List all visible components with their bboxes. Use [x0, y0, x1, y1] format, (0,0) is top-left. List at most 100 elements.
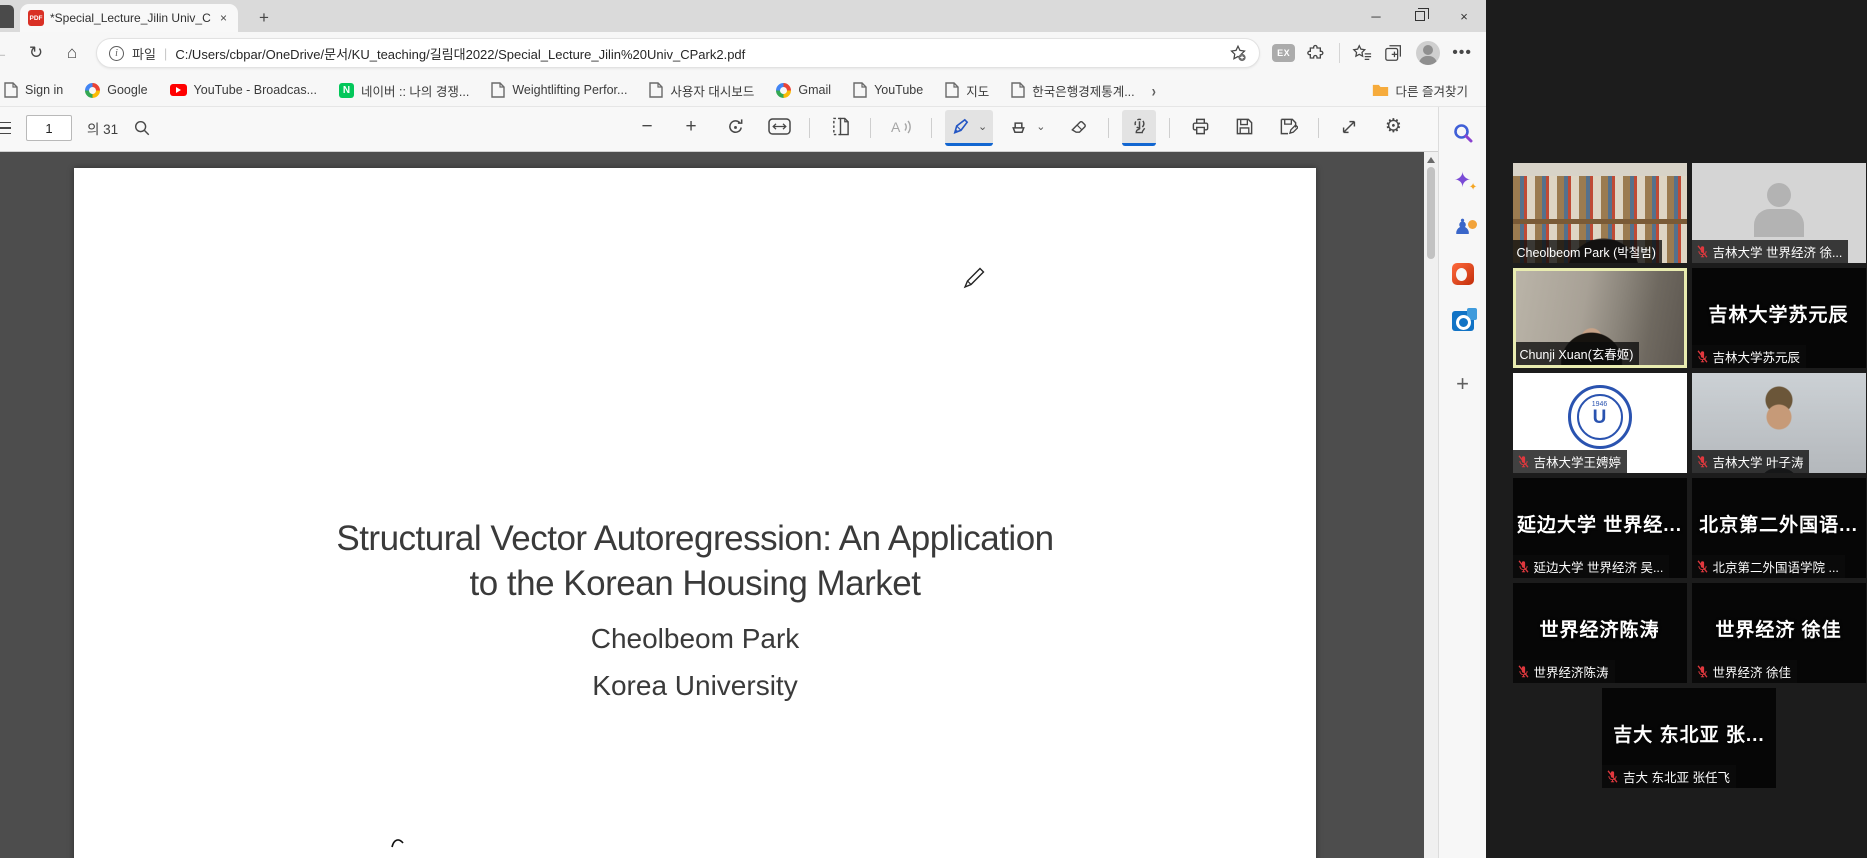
- mic-muted-icon: [1696, 245, 1709, 258]
- save-as-button[interactable]: [1271, 110, 1305, 146]
- participant-name: 延边大学 世界经济 吴...: [1534, 557, 1664, 576]
- google-icon: [776, 83, 791, 98]
- add-favorite-icon[interactable]: [1229, 44, 1247, 62]
- pdf-menu-icon[interactable]: [0, 122, 11, 135]
- rotate-button[interactable]: [718, 110, 752, 146]
- new-tab-button[interactable]: +: [252, 6, 276, 30]
- bookmark-label: 한국은행경제통계...: [1032, 81, 1134, 100]
- participant-name: Cheolbeom Park (박철범): [1517, 242, 1656, 261]
- bookmark-label: YouTube - Broadcas...: [194, 83, 317, 97]
- bookmark-item[interactable]: YouTube - Broadcas...: [159, 77, 328, 103]
- address-url[interactable]: C:/Users/cbpar/OneDrive/문서/KU_teaching/길…: [175, 44, 1221, 63]
- bookmark-item[interactable]: Weightlifting Perfor...: [480, 77, 638, 103]
- back-icon[interactable]: ←: [0, 43, 12, 63]
- sidebar-add-icon[interactable]: +: [1448, 370, 1478, 398]
- bookmarks-overflow-chevron[interactable]: ›: [1146, 80, 1162, 100]
- zoom-in-button[interactable]: +: [674, 110, 708, 146]
- participant-tile[interactable]: 北京第二外国语...北京第二外国语学院 ...: [1692, 478, 1866, 578]
- extension-badge[interactable]: EX: [1272, 44, 1295, 62]
- bookmark-item[interactable]: N네이버 :: 나의 경쟁...: [328, 77, 480, 103]
- bookmark-item[interactable]: Gmail: [765, 77, 842, 103]
- mic-muted-icon: [1696, 665, 1709, 678]
- bookmark-item[interactable]: 지도: [934, 77, 1000, 103]
- mic-muted-icon: [1606, 770, 1619, 783]
- close-button[interactable]: ×: [1442, 0, 1486, 32]
- profile-avatar[interactable]: [1416, 41, 1440, 65]
- mic-muted-icon: [1696, 560, 1709, 573]
- bookmark-item[interactable]: 한국은행경제통계...: [1000, 77, 1145, 103]
- bookmark-label: YouTube: [874, 83, 923, 97]
- sidebar-office-icon[interactable]: [1448, 260, 1478, 288]
- save-button[interactable]: [1227, 110, 1261, 146]
- collections-icon[interactable]: [1384, 43, 1404, 63]
- browser-tab-active[interactable]: PDF *Special_Lecture_Jilin Univ_CPark ×: [20, 4, 238, 32]
- participant-tile[interactable]: 世界经济 徐佳世界经济 徐佳: [1692, 583, 1866, 683]
- generic-page-icon: [491, 82, 505, 98]
- highlighter-options-chevron[interactable]: ⌄: [1036, 120, 1045, 133]
- refresh-icon[interactable]: ↻: [24, 43, 48, 63]
- bookmark-item[interactable]: Google: [74, 77, 158, 103]
- other-favorites-label: 다른 즐겨찾기: [1396, 81, 1468, 100]
- youtube-icon: [170, 84, 187, 96]
- address-bar[interactable]: i 파일 | C:/Users/cbpar/OneDrive/문서/KU_tea…: [96, 38, 1260, 68]
- participant-name-label: 延边大学 世界经济 吴...: [1513, 555, 1670, 578]
- pdf-search-icon[interactable]: [133, 119, 151, 137]
- participant-name-label: 世界经济陈涛: [1513, 660, 1615, 683]
- bookmark-label: Google: [107, 83, 147, 97]
- participant-tile[interactable]: Chunji Xuan(玄春姬): [1513, 268, 1687, 368]
- zoom-out-button[interactable]: −: [630, 110, 664, 146]
- pen-options-chevron[interactable]: ⌄: [978, 120, 987, 133]
- read-aloud-button[interactable]: A: [884, 110, 918, 146]
- home-icon[interactable]: ⌂: [60, 43, 84, 63]
- tab-close-icon[interactable]: ×: [217, 11, 230, 25]
- folder-icon: [1372, 83, 1389, 97]
- favorites-icon[interactable]: [1352, 43, 1372, 63]
- sidebar-outlook-icon[interactable]: [1448, 307, 1478, 335]
- scroll-up-arrow-icon[interactable]: [1427, 157, 1435, 163]
- bookmark-item[interactable]: Sign in: [0, 77, 74, 103]
- sidebar-copilot-icon[interactable]: ✦: [1448, 166, 1478, 194]
- participant-name: 北京第二外国语学院 ...: [1713, 557, 1839, 576]
- svg-text:A: A: [891, 119, 901, 135]
- page-view-button[interactable]: [823, 110, 857, 146]
- bookmark-item[interactable]: YouTube: [842, 77, 934, 103]
- scrollbar-thumb[interactable]: [1427, 167, 1435, 259]
- sidebar-search-icon[interactable]: [1448, 119, 1478, 147]
- print-button[interactable]: [1183, 110, 1217, 146]
- pen-cursor-icon: [962, 266, 986, 290]
- eraser-tool[interactable]: [1061, 110, 1095, 146]
- sidebar-games-icon[interactable]: ♟: [1448, 213, 1478, 241]
- fit-to-width-button[interactable]: [762, 110, 796, 146]
- participant-tile[interactable]: 延边大学 世界经...延边大学 世界经济 吴...: [1513, 478, 1687, 578]
- participant-tile[interactable]: 吉林大学苏元辰吉林大学苏元辰: [1692, 268, 1866, 368]
- extensions-puzzle-icon[interactable]: [1307, 43, 1327, 63]
- pdf-toolbar-tools: − + A ⌄: [630, 107, 1410, 149]
- pdf-settings-gear-icon[interactable]: ⚙: [1376, 110, 1410, 146]
- edge-browser-window: PDF *Special_Lecture_Jilin Univ_CPark × …: [0, 0, 1486, 858]
- participant-tile[interactable]: Cheolbeom Park (박철범): [1513, 163, 1687, 263]
- highlighter-tool[interactable]: ⌄: [1003, 110, 1051, 146]
- page-number-input[interactable]: [26, 115, 72, 141]
- participant-tile[interactable]: 吉林大学 叶子涛: [1692, 373, 1866, 473]
- page-count-label: 의 31: [87, 118, 118, 138]
- slide-title: Structural Vector Autoregression: An App…: [74, 516, 1316, 606]
- fullscreen-button[interactable]: [1332, 110, 1366, 146]
- other-favorites-folder[interactable]: 다른 즐겨찾기: [1366, 81, 1474, 100]
- settings-menu-icon[interactable]: •••: [1452, 44, 1472, 62]
- address-divider: |: [164, 46, 167, 61]
- participant-tile[interactable]: 吉林大学 世界经济 徐...: [1692, 163, 1866, 263]
- minimize-button[interactable]: ─: [1354, 0, 1398, 32]
- draw-pen-tool[interactable]: ⌄: [945, 110, 993, 146]
- participant-tile[interactable]: 世界经济陈涛世界经济陈涛: [1513, 583, 1687, 683]
- page-info-icon[interactable]: i: [109, 46, 124, 61]
- bookmark-label: Gmail: [798, 83, 831, 97]
- file-scheme-label: 파일: [132, 44, 156, 63]
- pdf-toolbar-left: 의 31: [0, 107, 151, 149]
- pdf-page[interactable]: Structural Vector Autoregression: An App…: [74, 168, 1316, 858]
- participant-tile[interactable]: 1946U吉林大学王娉婷: [1513, 373, 1687, 473]
- bookmark-item[interactable]: 사용자 대시보드: [638, 77, 765, 103]
- pdf-scrollbar[interactable]: [1424, 152, 1438, 858]
- participant-tile[interactable]: 吉大 东北亚 张...吉大 东北亚 张任飞: [1602, 688, 1776, 788]
- hand-tool[interactable]: [1122, 110, 1156, 146]
- restore-button[interactable]: [1398, 0, 1442, 32]
